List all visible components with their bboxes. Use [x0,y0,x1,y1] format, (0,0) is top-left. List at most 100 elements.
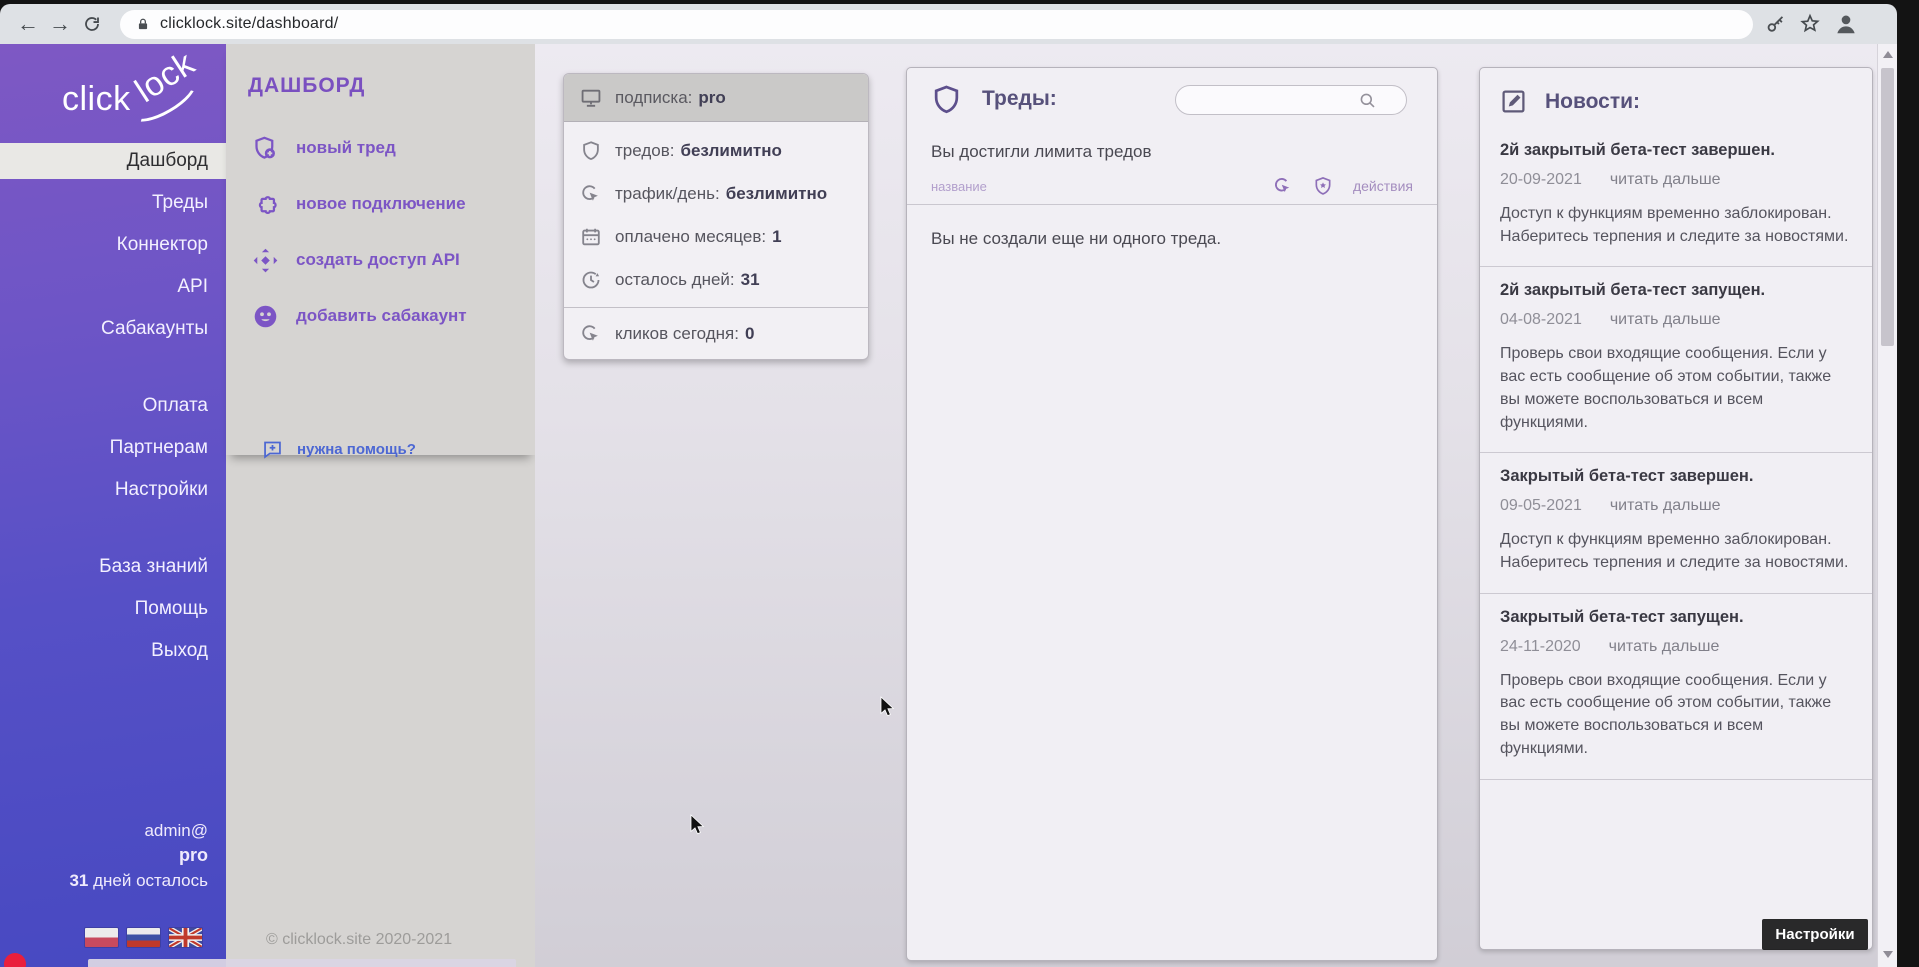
traffic-row: трафик/день: безлимитно [564,172,868,215]
polish-flag[interactable] [85,928,118,947]
calendar-icon [580,226,602,248]
news-item-date: 20-09-2021 [1500,171,1582,189]
paid-months-label: оплачено месяцев: [615,227,766,247]
days-left-label: осталось дней: [615,270,735,290]
sidebar-item-payment[interactable]: Оплата [0,385,226,427]
profile-avatar-icon[interactable] [1833,11,1859,37]
news-item-meta: 09-05-2021 читать дальше [1500,497,1852,515]
threads-empty-message: Вы не создали еще ни одного треда. [907,205,1437,273]
sidebar-item-threads[interactable]: Треды [0,182,226,224]
click-icon [580,183,602,205]
sidebar-item-partners[interactable]: Партнерам [0,427,226,469]
english-flag[interactable] [169,928,202,947]
sidebar-item-connector[interactable]: Коннектор [0,224,226,266]
news-item: 2й закрытый бета-тест запущен. 04-08-202… [1480,267,1872,453]
sidebar-item-logout[interactable]: Выход [0,630,226,672]
new-connection-label: новое подключение [296,194,466,214]
edit-square-icon [1500,88,1527,115]
shield-icon [580,140,602,162]
account-info: admin@ pro 31 дней осталось [69,818,208,893]
add-subaccount-label: добавить сабакаунт [296,306,467,326]
threads-table-header: название действия [907,162,1437,205]
subscription-header: подписка: pro [564,74,868,122]
news-item-body: Проверь свои входящие сообщения. Если у … [1500,670,1852,761]
news-item-date: 24-11-2020 [1500,638,1581,656]
sidebar-item-dashboard[interactable]: Дашборд [0,143,226,179]
news-item-meta: 20-09-2021 читать дальше [1500,171,1852,189]
page: click lock Дашборд Треды Коннектор API С… [0,44,1897,967]
create-api-access-button[interactable]: создать доступ API [226,232,535,288]
news-panel-title: Новости: [1545,90,1640,114]
screen: ← → clicklock.site/dashboard/ [0,0,1919,967]
threads-panel: Треды: Вы достигли лимита тредов названи… [906,67,1438,961]
click-icon [580,323,602,345]
vertical-scrollbar[interactable] [1877,44,1897,967]
account-email: admin@ [69,818,208,843]
add-subaccount-button[interactable]: добавить сабакаунт [226,288,535,344]
subscription-rows: тредов: безлимитно трафик/день: безлимит… [564,122,868,307]
click-icon[interactable] [1273,176,1293,196]
subscription-value: pro [698,88,725,108]
browser-window: ← → clicklock.site/dashboard/ [0,4,1897,967]
news-item-body: Доступ к функциям временно заблокирован.… [1500,203,1852,248]
threads-limit-label: тредов: [615,141,674,161]
search-icon[interactable] [1358,91,1377,110]
account-plan: pro [69,843,208,868]
back-button[interactable]: ← [12,8,44,40]
subscription-label: подписка: [615,88,692,108]
actions-column: ДАШБОРД новый тред новое подключение [226,44,535,967]
read-more-link[interactable]: читать дальше [1609,638,1720,656]
reload-button[interactable] [76,8,108,40]
sidebar-item-settings[interactable]: Настройки [0,469,226,511]
scroll-down-arrow-icon[interactable] [1883,951,1893,958]
news-item-meta: 04-08-2021 читать дальше [1500,311,1852,329]
news-item: Закрытый бета-тест запущен. 24-11-2020 ч… [1480,594,1872,780]
address-bar[interactable]: clicklock.site/dashboard/ [120,10,1753,39]
toolbar-right-icons [1765,11,1859,37]
video-seek-bar [88,959,516,967]
column-actions-label: действия [1353,178,1413,194]
forward-button[interactable]: → [44,8,76,40]
account-days-label: дней осталось [88,871,208,890]
column-name-label: название [931,179,987,194]
scrollbar-thumb[interactable] [1881,68,1894,346]
threads-header: Треды: [907,68,1437,130]
threads-limit-value: безлимитно [680,141,781,161]
clock-icon [580,269,602,291]
sidebar-item-subaccounts[interactable]: Сабакаунты [0,308,226,350]
read-more-link[interactable]: читать дальше [1610,497,1721,515]
new-thread-button[interactable]: новый тред [226,120,535,176]
bookmark-star-icon[interactable] [1799,13,1821,35]
clicks-today-label: кликов сегодня: [615,324,739,344]
scroll-up-arrow-icon[interactable] [1883,51,1893,58]
message-plus-icon [262,439,283,460]
days-left-value: 31 [741,270,760,290]
sidebar-item-help[interactable]: Помощь [0,588,226,630]
news-item-title: Закрытый бета-тест запущен. [1500,608,1852,627]
actions-panel-title: ДАШБОРД [248,74,535,98]
actions-card: ДАШБОРД новый тред новое подключение [226,44,535,455]
puzzle-icon [252,191,279,218]
traffic-value: безлимитно [726,184,827,204]
new-connection-button[interactable]: новое подключение [226,176,535,232]
key-icon[interactable] [1765,13,1787,35]
need-help-link[interactable]: нужна помощь? [262,439,416,460]
paid-months-value: 1 [772,227,781,247]
shield-star-icon[interactable] [1313,176,1333,196]
create-api-access-label: создать доступ API [296,250,460,270]
read-more-link[interactable]: читать дальше [1610,171,1721,189]
sidebar-item-knowledge-base[interactable]: База знаний [0,546,226,588]
copyright: © clicklock.site 2020-2021 [266,931,452,949]
russian-flag[interactable] [127,928,160,947]
news-item-body: Проверь свои входящие сообщения. Если у … [1500,343,1852,434]
mouse-cursor [689,814,709,836]
news-item-title: 2й закрытый бета-тест запущен. [1500,281,1852,300]
sidebar-gap [0,511,226,546]
traffic-label: трафик/день: [615,184,720,204]
news-item-date: 09-05-2021 [1500,497,1582,515]
lock-icon [136,16,150,33]
sidebar-item-api[interactable]: API [0,266,226,308]
content-area: подписка: pro тредов: безлимитно [535,44,1877,967]
threads-search-input[interactable] [1188,92,1358,109]
read-more-link[interactable]: читать дальше [1610,311,1721,329]
